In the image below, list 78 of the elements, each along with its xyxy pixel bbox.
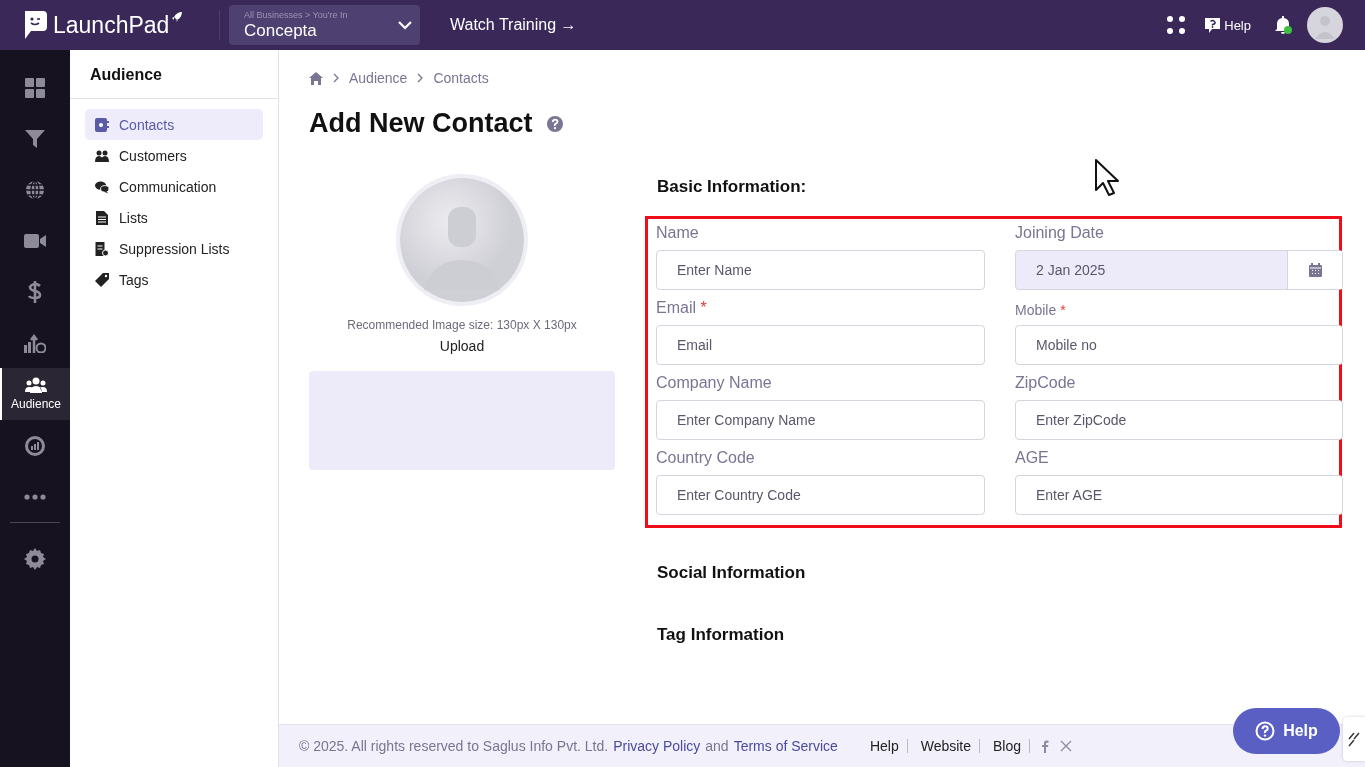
rail-item[interactable]: Audience — [0, 368, 70, 420]
brand-name: LaunchPad — [53, 11, 170, 39]
date-field[interactable]: 2 Jan 2025 — [1015, 250, 1343, 290]
dashboard-icon — [25, 77, 45, 98]
business-switcher[interactable]: All Businesses > You're In Concepta — [229, 5, 420, 45]
privacy-policy-link[interactable]: Privacy Policy — [613, 738, 701, 754]
rocket-icon — [171, 11, 184, 23]
field-label: Name — [656, 224, 700, 243]
terms-link[interactable]: Terms of Service — [733, 738, 838, 754]
help-icon — [1204, 16, 1222, 34]
section-title: Social Information — [657, 562, 806, 583]
help-button[interactable]: Help — [1204, 16, 1251, 34]
breadcrumb-link[interactable]: Contacts — [433, 70, 489, 86]
video-camera-icon — [24, 233, 46, 248]
funnel-icon — [25, 128, 45, 149]
tag-icon — [95, 272, 109, 287]
sidebar-item[interactable]: Communication — [85, 171, 263, 202]
facebook-icon[interactable] — [1041, 739, 1050, 753]
section-title: Tag Information — [657, 624, 785, 645]
footer-link[interactable]: Website — [912, 739, 981, 753]
sidebar-item[interactable]: Tags — [85, 264, 263, 295]
blocked-list-icon — [95, 241, 109, 256]
settings-icon — [24, 547, 46, 570]
field-label: Mobile * — [1015, 301, 1067, 320]
copyright-text: © 2025. All rights reserved to Saglus Info Pvt. Ltd. — [299, 738, 609, 754]
upload-button[interactable]: Upload — [439, 338, 485, 354]
side-widget-tab[interactable] — [1343, 717, 1365, 761]
field-label: Country Code — [656, 449, 756, 468]
globe-icon — [25, 179, 45, 200]
field-label: Company Name — [656, 374, 773, 393]
breadcrumb-link[interactable]: Audience — [349, 70, 408, 86]
document-icon — [95, 210, 109, 225]
stripes-icon — [1348, 731, 1360, 747]
avatar[interactable] — [1307, 7, 1343, 43]
page-title: Add New Contact — [309, 108, 533, 139]
chevron-right-icon — [417, 73, 424, 83]
help-icon[interactable] — [546, 115, 563, 132]
notification-bell-icon[interactable] — [1273, 15, 1293, 35]
field-label: ZipCode — [1015, 374, 1077, 393]
sidebar-item[interactable]: Lists — [85, 202, 263, 233]
field-label: Joining Date — [1015, 224, 1105, 243]
field-label: Email * — [656, 299, 708, 318]
logo-icon — [22, 9, 48, 41]
input-field[interactable]: Enter Company Name — [656, 400, 985, 440]
input-field[interactable]: Enter ZipCode — [1015, 400, 1343, 440]
footer-link[interactable]: Blog — [985, 739, 1031, 753]
field-label: AGE — [1015, 449, 1050, 468]
input-field[interactable]: Enter Country Code — [656, 475, 985, 515]
chevron-right-icon — [333, 73, 339, 83]
image-size-hint: Recommended Image size: 130px X 130px — [347, 318, 577, 332]
sidebar-item[interactable]: Contacts — [85, 109, 263, 140]
analytics-icon — [24, 434, 46, 457]
help-icon — [1255, 721, 1276, 741]
input-field[interactable]: Mobile no — [1015, 325, 1343, 365]
input-field[interactable]: Email — [656, 325, 985, 365]
section-title: Basic Information: — [657, 176, 807, 197]
sidebar-item[interactable]: Customers — [85, 140, 263, 171]
apps-icon[interactable] — [1166, 15, 1187, 35]
home-icon[interactable] — [309, 71, 323, 85]
mouse-cursor-icon — [1094, 158, 1122, 198]
input-field[interactable]: Enter AGE — [1015, 475, 1343, 515]
x-icon[interactable] — [1060, 740, 1073, 752]
dollar-icon — [28, 280, 42, 303]
more-icon — [24, 493, 46, 500]
chat-bubbles-icon — [95, 179, 109, 194]
input-field[interactable]: Enter Name — [656, 250, 985, 290]
footer-link[interactable]: Help — [861, 739, 908, 753]
watch-training-link[interactable]: Watch Training → — [450, 16, 577, 34]
conjunction-text: and — [705, 738, 729, 754]
sidebar-title: Audience — [70, 50, 278, 99]
contact-card-icon — [95, 117, 109, 132]
growth-chart-icon — [24, 332, 46, 353]
people-icon — [95, 149, 109, 162]
sidebar-item[interactable]: Suppression Lists — [85, 233, 263, 264]
calendar-icon[interactable] — [1308, 263, 1322, 277]
help-chat-button[interactable]: Help — [1233, 708, 1340, 754]
chevron-down-icon — [398, 20, 412, 30]
people-icon — [25, 377, 47, 393]
